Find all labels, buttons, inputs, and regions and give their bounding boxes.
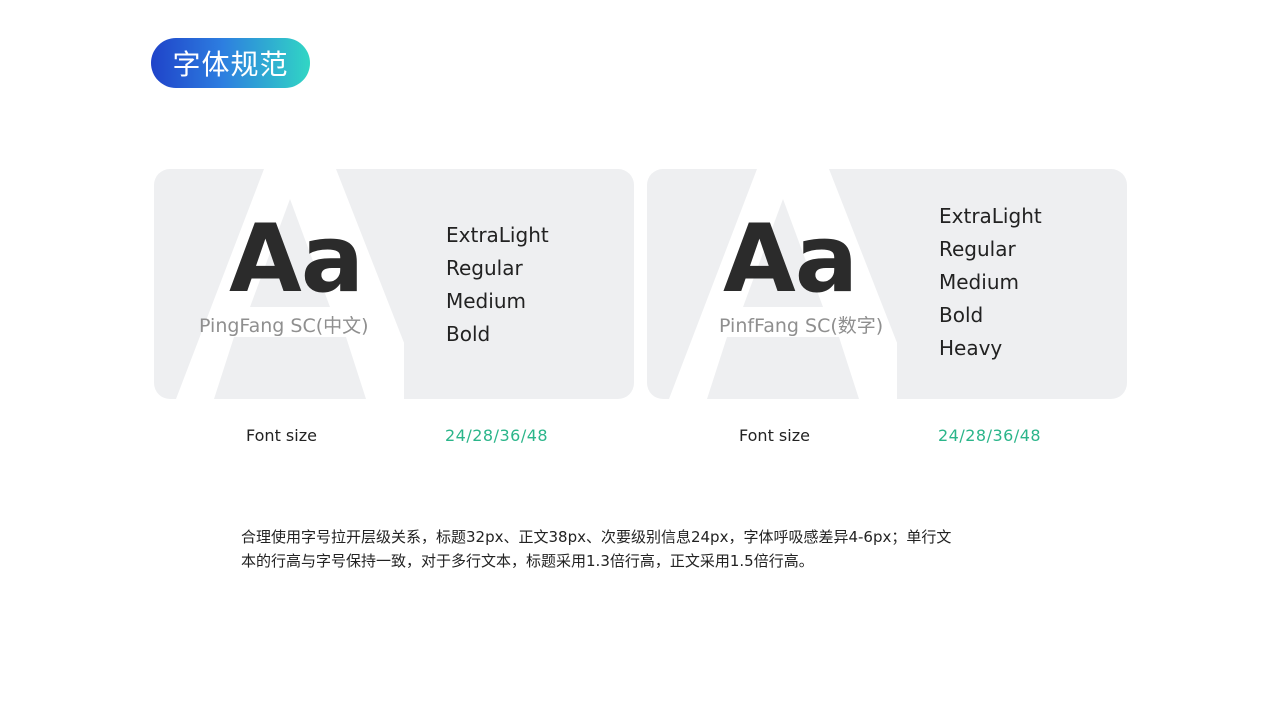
description-line-2: 本的行高与字号保持一致，对于多行文本，标题采用1.3倍行高，正文采用1.5倍行高… xyxy=(241,552,814,570)
weight-bold: Bold xyxy=(939,303,984,327)
font-sample: Aa xyxy=(229,205,364,314)
weight-medium: Medium xyxy=(446,289,526,313)
font-size-value: 24/28/36/48 xyxy=(445,426,549,445)
font-card-chinese: Aa PingFang SC(中文) ExtraLight Regular Me… xyxy=(154,169,634,399)
font-size-value: 24/28/36/48 xyxy=(938,426,1042,445)
font-family-name: PinfFang SC(数字) xyxy=(719,315,884,337)
typography-description: 合理使用字号拉开层级关系，标题32px、正文38px、次要级别信息24px，字体… xyxy=(241,525,1041,573)
font-size-label: Font size xyxy=(739,426,810,445)
description-line-1: 合理使用字号拉开层级关系，标题32px、正文38px、次要级别信息24px，字体… xyxy=(241,528,952,546)
weight-regular: Regular xyxy=(446,256,523,280)
font-sample: Aa xyxy=(723,205,858,314)
weight-bold: Bold xyxy=(446,322,491,346)
font-card-numeric: Aa PinfFang SC(数字) ExtraLight Regular Me… xyxy=(647,169,1127,399)
font-size-label: Font size xyxy=(246,426,317,445)
weight-heavy: Heavy xyxy=(939,336,1003,360)
page-title: 字体规范 xyxy=(151,38,310,88)
font-weight-list: ExtraLight Regular Medium Bold Heavy xyxy=(939,200,1042,365)
font-weight-list: ExtraLight Regular Medium Bold xyxy=(446,219,549,351)
weight-extralight: ExtraLight xyxy=(939,204,1042,228)
weight-extralight: ExtraLight xyxy=(446,223,549,247)
font-family-name: PingFang SC(中文) xyxy=(199,315,369,337)
weight-medium: Medium xyxy=(939,270,1019,294)
weight-regular: Regular xyxy=(939,237,1016,261)
